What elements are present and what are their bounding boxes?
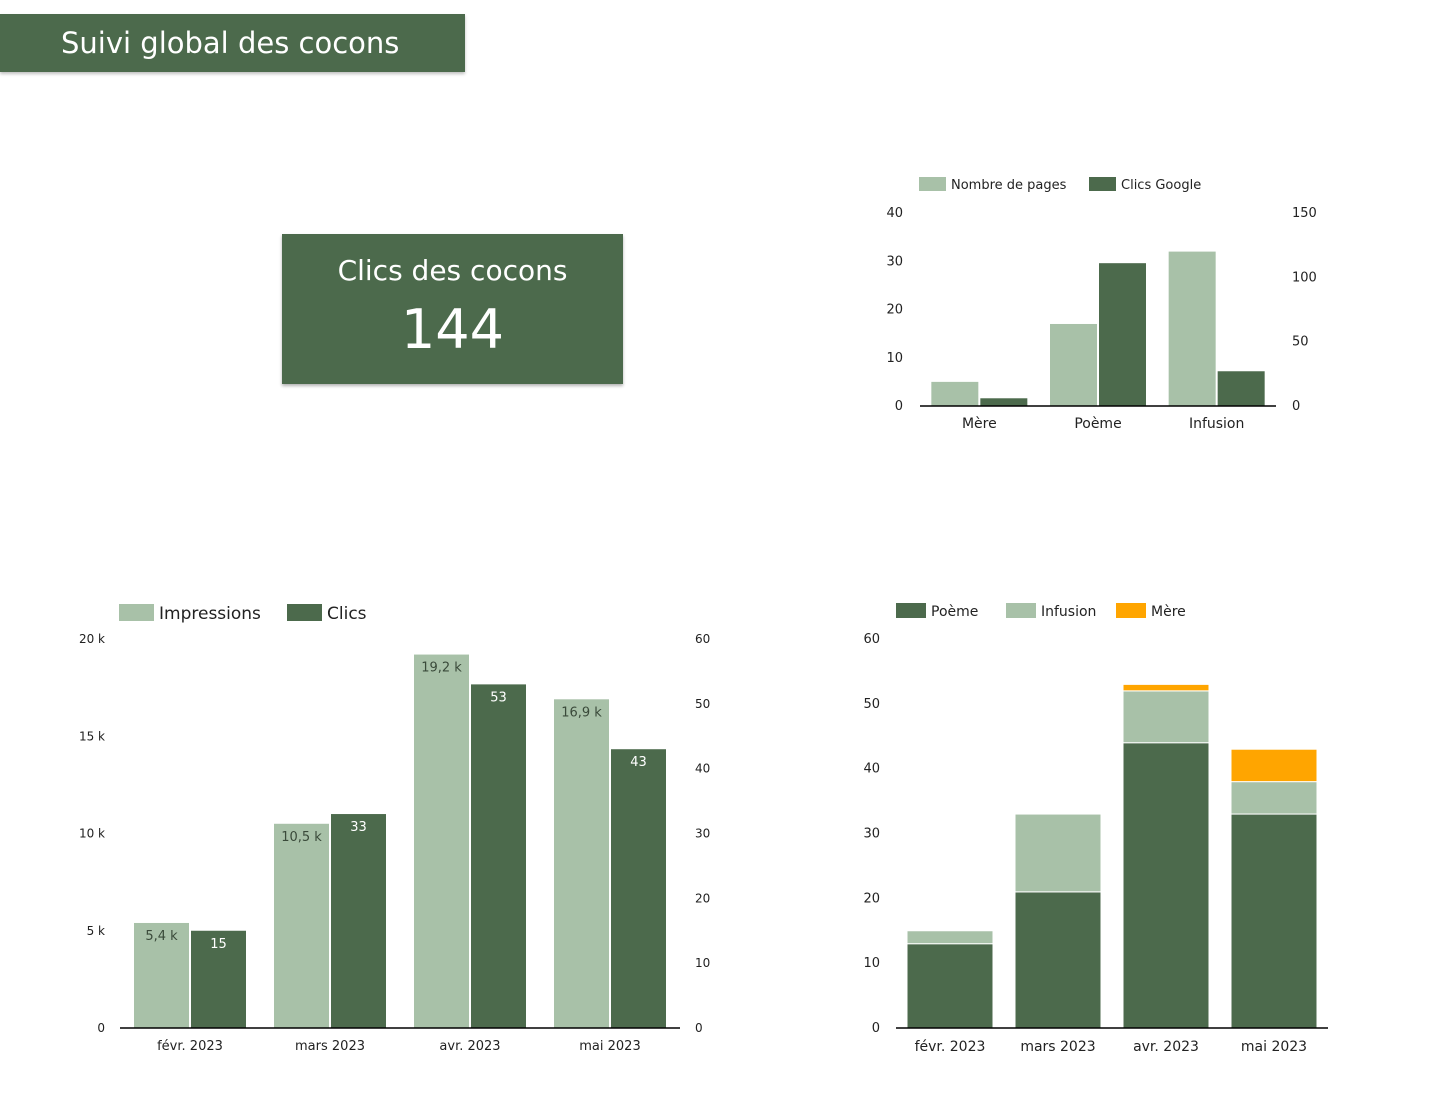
data-label: 10,5 k <box>281 830 322 845</box>
x-tick-label: Infusion <box>1189 416 1244 432</box>
x-tick-label: mai 2023 <box>1241 1039 1307 1055</box>
y-left-tick-label: 40 <box>886 206 903 221</box>
data-label: 53 <box>490 690 507 705</box>
legend-label: Clics Google <box>1121 178 1201 193</box>
legend-label: Nombre de pages <box>951 178 1067 193</box>
legend-label: Mère <box>1151 604 1186 620</box>
legend-swatch <box>287 604 322 621</box>
data-label: 43 <box>630 755 647 770</box>
bar-po-me <box>1122 742 1210 1029</box>
data-label: 15 <box>210 937 227 952</box>
bar-impressions <box>274 823 329 1028</box>
bar-infusion <box>1230 781 1318 815</box>
bar-clics <box>471 684 526 1028</box>
y-right-tick-label: 40 <box>695 762 710 776</box>
x-tick-label: avr. 2023 <box>1133 1039 1199 1055</box>
bar-nombre-de-pages <box>931 381 979 406</box>
bar-m-re <box>1122 683 1210 692</box>
legend-label: Clics <box>327 604 367 624</box>
data-label: 33 <box>350 820 367 835</box>
legend-swatch <box>1089 177 1116 191</box>
y-right-tick-label: 20 <box>695 891 710 905</box>
legend: Nombre de pages Clics Google <box>919 177 1201 193</box>
bar-po-me <box>1014 891 1102 1029</box>
y-left-tick-label: 15 k <box>79 729 105 743</box>
x-tick-label: mars 2023 <box>295 1039 365 1054</box>
bar-infusion <box>906 930 994 945</box>
y-left-tick-label: 10 <box>863 956 880 971</box>
legend: Poème Infusion Mère <box>896 603 1186 620</box>
x-tick-label: févr. 2023 <box>915 1039 986 1055</box>
data-label: 16,9 k <box>561 705 602 720</box>
legend-swatch <box>1006 603 1036 618</box>
y-left-tick-label: 60 <box>863 632 880 647</box>
y-right-tick-label: 10 <box>695 956 710 970</box>
bar-po-me <box>906 943 994 1029</box>
legend-swatch <box>919 177 946 191</box>
bar-clics-google <box>980 398 1028 406</box>
bar-nombre-de-pages <box>1050 323 1097 406</box>
y-left-tick-label: 5 k <box>87 924 105 938</box>
y-right-tick-label: 0 <box>1292 399 1300 414</box>
legend-label: Poème <box>931 604 978 620</box>
y-right-tick-label: 150 <box>1292 206 1317 221</box>
legend-item-po-me: Poème <box>896 603 978 620</box>
bar-po-me <box>1230 813 1318 1029</box>
bar-clics <box>331 814 386 1028</box>
legend-swatch <box>1116 603 1146 618</box>
y-left-tick-label: 30 <box>886 254 903 269</box>
bar-infusion <box>1014 813 1102 893</box>
legend-item-infusion: Infusion <box>1006 603 1096 620</box>
y-left-tick-label: 40 <box>863 762 880 777</box>
y-left-tick-label: 30 <box>863 827 880 842</box>
legend-label: Infusion <box>1041 604 1096 620</box>
data-label: 19,2 k <box>421 661 462 676</box>
x-tick-label: mars 2023 <box>1020 1039 1095 1055</box>
legend-item-m-re: Mère <box>1116 603 1186 620</box>
x-tick-label: Mère <box>962 416 997 432</box>
bar-impressions <box>554 699 609 1028</box>
legend-item-clics-google: Clics Google <box>1089 177 1201 193</box>
x-tick-label: mai 2023 <box>579 1039 640 1054</box>
charts-canvas: Nombre de pages Clics Google 0 10 20 30 40 0 50 1… <box>79 177 1328 1055</box>
y-right-tick-label: 60 <box>695 632 710 646</box>
legend-item-nombre-de-pages: Nombre de pages <box>919 177 1067 193</box>
y-left-tick-label: 0 <box>872 1021 880 1036</box>
legend-label: Impressions <box>159 604 261 624</box>
y-right-tick-label: 30 <box>695 827 710 841</box>
legend-item-clics: Clics <box>287 604 367 624</box>
bar-nombre-de-pages <box>1168 251 1216 406</box>
chart-pages-vs-clicks: Nombre de pages Clics Google 0 10 20 30 40 0 50 1… <box>886 177 1317 432</box>
x-tick-label: févr. 2023 <box>157 1039 223 1054</box>
legend-swatch <box>896 603 926 618</box>
chart-clicks-by-cocon-stacked: Poème Infusion Mère 0 10 20 30 40 50 60 févr. 2023… <box>863 603 1328 1055</box>
bar-clics-google <box>1099 263 1146 406</box>
y-right-tick-label: 50 <box>695 697 710 711</box>
data-label: 5,4 k <box>145 929 178 944</box>
legend-swatch <box>119 604 154 621</box>
y-right-tick-label: 0 <box>695 1021 703 1035</box>
x-tick-label: Poème <box>1074 416 1121 432</box>
legend: Impressions Clics <box>119 604 367 624</box>
y-left-tick-label: 20 <box>886 303 903 318</box>
y-left-tick-label: 20 <box>863 891 880 906</box>
bar-impressions <box>414 654 469 1028</box>
y-left-tick-label: 0 <box>97 1021 105 1035</box>
y-left-tick-label: 20 k <box>79 632 105 646</box>
chart-impressions-vs-clicks: Impressions Clics 0 5 k 10 k 15 k 20 k 0 10 20 30 4… <box>79 604 710 1054</box>
y-left-tick-label: 50 <box>863 697 880 712</box>
bar-infusion <box>1122 690 1210 744</box>
x-tick-label: avr. 2023 <box>439 1039 500 1054</box>
bar-m-re <box>1230 748 1318 783</box>
y-right-tick-label: 100 <box>1292 270 1317 285</box>
y-left-tick-label: 0 <box>895 399 903 414</box>
bar-clics-google <box>1217 371 1265 406</box>
legend-item-impressions: Impressions <box>119 604 261 624</box>
y-left-tick-label: 10 <box>886 351 903 366</box>
y-right-tick-label: 50 <box>1292 335 1309 350</box>
bar-clics <box>611 749 666 1028</box>
y-left-tick-label: 10 k <box>79 827 105 841</box>
